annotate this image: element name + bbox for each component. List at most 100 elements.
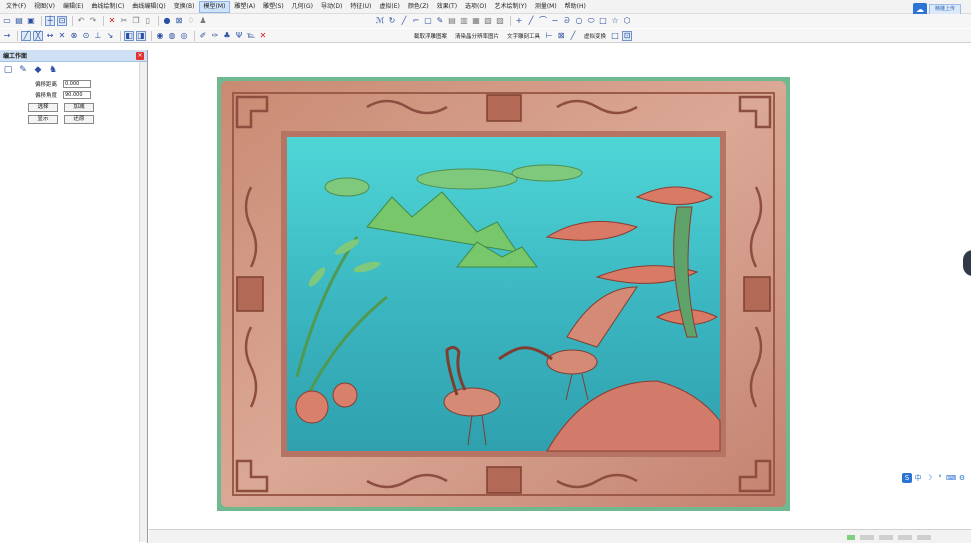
- menu-item[interactable]: 变换(B): [170, 1, 199, 13]
- menu-item[interactable]: 虚拟(E): [375, 1, 403, 13]
- draw-line-icon[interactable]: ╱: [568, 31, 578, 41]
- move-icon[interactable]: ↔: [45, 31, 55, 41]
- page-icon[interactable]: ▢: [2, 64, 14, 76]
- menu-item[interactable]: 模型(M): [198, 0, 231, 13]
- menu-item[interactable]: 测量(M): [531, 1, 561, 13]
- render-c-icon[interactable]: ◎: [179, 31, 189, 41]
- clean-image-button[interactable]: 清染晶分辨率图片: [455, 32, 499, 40]
- ime-language[interactable]: 中: [913, 473, 923, 483]
- mode-b-icon[interactable]: ◨: [136, 30, 146, 41]
- menu-item[interactable]: 效果(T): [433, 1, 461, 13]
- add-remove-button[interactable]: 加减: [64, 103, 94, 112]
- layer-c-icon[interactable]: ▦: [471, 16, 481, 26]
- menu-item[interactable]: 帮助(H): [561, 1, 590, 13]
- view-sphere-icon[interactable]: ●: [162, 16, 172, 26]
- display-button[interactable]: 显示: [28, 115, 58, 124]
- wave-icon[interactable]: ∼: [550, 16, 560, 26]
- menu-item[interactable]: 颜色(Z): [404, 1, 433, 13]
- polygon-icon[interactable]: ⬡: [622, 16, 632, 26]
- circle-icon[interactable]: ○: [574, 16, 584, 26]
- delete-icon[interactable]: ✕: [107, 16, 117, 26]
- copy-icon[interactable]: ❐: [131, 16, 141, 26]
- select-point-icon[interactable]: ╳: [33, 30, 43, 41]
- close-icon[interactable]: ✕: [136, 51, 144, 60]
- snap-point-icon[interactable]: ⊡: [57, 16, 67, 26]
- settings-icon[interactable]: ⚙: [957, 473, 967, 483]
- capture-relief-button[interactable]: 截取浮雕图案: [414, 32, 447, 40]
- virtual-transform-button[interactable]: 虚拟变换: [584, 32, 606, 40]
- arc-tool-icon[interactable]: ↻: [387, 16, 397, 26]
- snap-grid-icon[interactable]: ┼: [45, 16, 55, 26]
- render-a-icon[interactable]: ◉: [155, 31, 165, 41]
- menu-item[interactable]: 曲线编辑(Q): [128, 1, 169, 13]
- point-tool-icon[interactable]: +: [514, 16, 524, 26]
- save-icon[interactable]: ▣: [26, 16, 36, 26]
- target-icon[interactable]: ⊗: [69, 31, 79, 41]
- center-icon[interactable]: ⊙: [81, 31, 91, 41]
- floating-assist-button[interactable]: [963, 250, 971, 276]
- layers-icon[interactable]: ◆: [32, 64, 44, 76]
- curve-tool-icon[interactable]: ℳ: [375, 16, 385, 26]
- fork-icon[interactable]: Ψ: [234, 31, 244, 41]
- close-tool-icon[interactable]: ✕: [258, 31, 268, 41]
- menu-item[interactable]: 曲线绘制(C): [87, 1, 128, 13]
- paste-icon[interactable]: ▯: [143, 16, 153, 26]
- offset-angle-field[interactable]: 90.000: [63, 91, 91, 99]
- select-button[interactable]: 选择: [28, 103, 58, 112]
- arc-icon[interactable]: ⌒: [538, 16, 548, 26]
- dimension-icon[interactable]: ⊢: [544, 31, 554, 41]
- menu-item[interactable]: 编辑(E): [59, 1, 87, 13]
- layer-d-icon[interactable]: ▧: [483, 16, 493, 26]
- frame-icon[interactable]: □: [610, 31, 620, 41]
- layer-a-icon[interactable]: ▤: [447, 16, 457, 26]
- panel-scrollbar[interactable]: [139, 62, 147, 542]
- menu-item[interactable]: 艺术绘制(Y): [490, 1, 530, 13]
- ellipse-icon[interactable]: ⬭: [586, 16, 596, 26]
- polyline-tool-icon[interactable]: ⌐: [411, 16, 421, 26]
- view-box-icon[interactable]: ⊠: [174, 16, 184, 26]
- menu-item[interactable]: 导动(D): [317, 1, 346, 13]
- menu-item[interactable]: 文件(F): [2, 1, 30, 13]
- menu-item[interactable]: 几何(G): [288, 1, 317, 13]
- mesh-icon[interactable]: ⊠: [556, 31, 566, 41]
- mode-a-icon[interactable]: ◧: [124, 30, 134, 41]
- spiral-icon[interactable]: ᘐ: [562, 16, 572, 26]
- menu-item[interactable]: 视图(V): [30, 1, 59, 13]
- restore-button[interactable]: 还原: [64, 115, 94, 124]
- tangent-icon[interactable]: ↘: [105, 31, 115, 41]
- punctuation-icon[interactable]: °: [935, 473, 945, 483]
- ime-logo-icon[interactable]: S: [902, 473, 912, 483]
- offset-distance-field[interactable]: 0.000: [63, 80, 91, 88]
- select-line-icon[interactable]: ╱: [21, 30, 31, 41]
- cursor-icon[interactable]: ♟: [198, 16, 208, 26]
- new-file-icon[interactable]: ▭: [2, 16, 12, 26]
- arrow-tool-icon[interactable]: →: [2, 31, 12, 41]
- line-tool-icon[interactable]: ╱: [399, 16, 409, 26]
- cut-icon[interactable]: ✂: [119, 16, 129, 26]
- capture-icon[interactable]: ⊡: [622, 31, 633, 41]
- stamp-icon[interactable]: ♣: [222, 31, 232, 41]
- text-icon[interactable]: ℡: [246, 31, 256, 41]
- person-icon[interactable]: ♞: [47, 64, 59, 76]
- frame-tool-icon[interactable]: ▢: [423, 16, 433, 26]
- perpendicular-icon[interactable]: ⊥: [93, 31, 103, 41]
- brush-a-icon[interactable]: ✐: [198, 31, 208, 41]
- text-carve-button[interactable]: 文字雕刻工具: [507, 32, 540, 40]
- menu-item[interactable]: 雕塑(A): [230, 1, 259, 13]
- menu-item[interactable]: 雕塑(S): [259, 1, 288, 13]
- layer-e-icon[interactable]: ▨: [495, 16, 505, 26]
- light-icon[interactable]: ♢: [186, 16, 196, 26]
- star-icon[interactable]: ☆: [610, 16, 620, 26]
- edit-plane-icon[interactable]: ✎: [17, 64, 29, 76]
- redo-icon[interactable]: ↷: [88, 16, 98, 26]
- open-file-icon[interactable]: ▤: [14, 16, 24, 26]
- menu-item[interactable]: 特征(U): [346, 1, 375, 13]
- paint-tool-icon[interactable]: ✎: [435, 16, 445, 26]
- straight-line-icon[interactable]: ╱: [526, 16, 536, 26]
- keyboard-icon[interactable]: ⌨: [946, 473, 956, 483]
- layer-b-icon[interactable]: ▥: [459, 16, 469, 26]
- moon-icon[interactable]: ☽: [924, 473, 934, 483]
- cross-icon[interactable]: ✕: [57, 31, 67, 41]
- rectangle-icon[interactable]: □: [598, 16, 608, 26]
- undo-icon[interactable]: ↶: [76, 16, 86, 26]
